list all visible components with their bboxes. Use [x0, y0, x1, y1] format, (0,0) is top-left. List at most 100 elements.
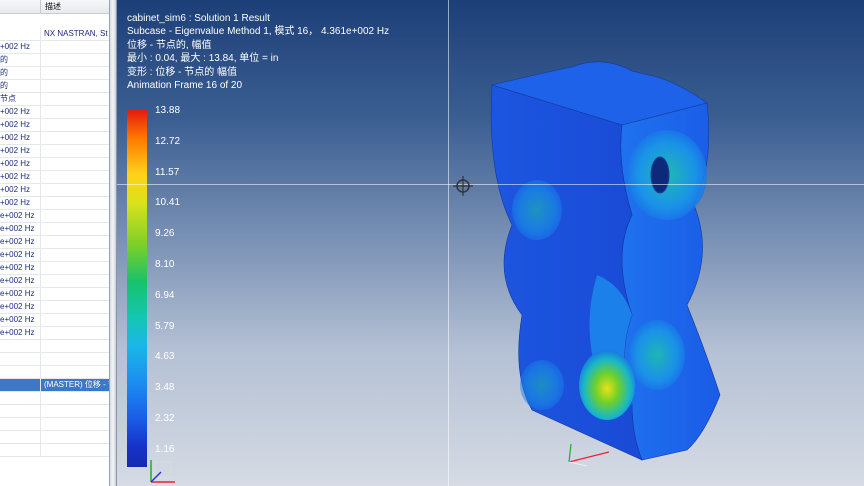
table-row[interactable]: 节点 — [0, 93, 109, 106]
row-name-cell: +002 Hz — [0, 145, 41, 157]
legend-value-label: 3.48 — [155, 382, 175, 394]
row-description-cell — [41, 41, 109, 53]
info-line-result: 位移 - 节点的, 幅值 — [127, 39, 212, 51]
table-row[interactable]: e+002 Hz — [0, 301, 109, 314]
row-description-cell — [41, 158, 109, 170]
row-description-cell — [41, 132, 109, 144]
fe-model-render[interactable] — [482, 55, 722, 475]
row-description-cell — [41, 236, 109, 248]
row-description-cell — [41, 353, 109, 365]
table-row[interactable]: +002 Hz — [0, 132, 109, 145]
navigator-header: 描述 — [0, 0, 109, 14]
navigator-col-name[interactable] — [0, 0, 41, 13]
row-name-cell: +002 Hz — [0, 197, 41, 209]
table-row[interactable] — [0, 431, 109, 444]
table-row[interactable] — [0, 366, 109, 379]
row-description-cell — [41, 405, 109, 417]
table-row[interactable]: e+002 Hz — [0, 236, 109, 249]
table-row[interactable]: e+002 Hz — [0, 314, 109, 327]
table-row[interactable]: +002 Hz — [0, 119, 109, 132]
row-description-cell — [41, 418, 109, 430]
row-name-cell: +002 Hz — [0, 106, 41, 118]
row-description-cell — [41, 210, 109, 222]
info-line-title: cabinet_sim6 : Solution 1 Result — [127, 13, 270, 24]
table-row[interactable] — [0, 392, 109, 405]
table-row[interactable] — [0, 418, 109, 431]
row-name-cell: e+002 Hz — [0, 262, 41, 274]
row-name-cell — [0, 418, 41, 430]
row-description-cell — [41, 80, 109, 92]
legend-value-label: 13.88 — [155, 105, 181, 116]
row-name-cell — [0, 444, 41, 456]
row-description-cell — [41, 171, 109, 183]
row-name-cell: +002 Hz — [0, 119, 41, 131]
table-row[interactable]: 的 — [0, 54, 109, 67]
info-line-subcase: Subcase - Eigenvalue Method 1, 模式 16， 4.… — [127, 26, 390, 38]
row-description-cell — [41, 184, 109, 196]
table-row[interactable]: 的 — [0, 67, 109, 80]
row-description-cell — [41, 93, 109, 105]
view-triad-icon — [568, 443, 610, 467]
table-row[interactable]: +002 Hz — [0, 145, 109, 158]
row-description-cell — [41, 340, 109, 352]
table-row[interactable]: e+002 Hz — [0, 262, 109, 275]
table-row[interactable]: +002 Hz — [0, 41, 109, 54]
row-name-cell — [0, 28, 41, 40]
row-description-cell — [41, 314, 109, 326]
table-row[interactable]: e+002 Hz — [0, 288, 109, 301]
row-name-cell — [0, 431, 41, 443]
row-description-cell — [41, 54, 109, 66]
row-name-cell: e+002 Hz — [0, 301, 41, 313]
row-name-cell — [0, 340, 41, 352]
panel-sash[interactable] — [110, 0, 117, 486]
table-row[interactable]: e+002 Hz — [0, 223, 109, 236]
legend-value-label: 5.79 — [155, 320, 175, 332]
row-description-cell — [41, 327, 109, 339]
table-row[interactable]: 的 — [0, 80, 109, 93]
crosshair-horizontal — [117, 184, 864, 185]
table-row[interactable] — [0, 353, 109, 366]
crosshair-vertical — [448, 0, 449, 486]
row-name-cell: e+002 Hz — [0, 288, 41, 300]
table-row[interactable]: e+002 Hz — [0, 210, 109, 223]
row-description-cell — [41, 223, 109, 235]
table-row[interactable]: e+002 Hz — [0, 327, 109, 340]
legend-value-label: 6.94 — [155, 289, 175, 301]
table-row[interactable]: NX NASTRAN, St — [0, 28, 109, 41]
table-row[interactable] — [0, 340, 109, 353]
row-name-cell: e+002 Hz — [0, 275, 41, 287]
row-name-cell: e+002 Hz — [0, 223, 41, 235]
row-description-cell — [41, 197, 109, 209]
table-row[interactable] — [0, 405, 109, 418]
table-row[interactable]: e+002 Hz — [0, 275, 109, 288]
result-info: cabinet_sim6 : Solution 1 Result Subcase… — [127, 12, 389, 92]
legend-value-label: 4.63 — [155, 351, 175, 363]
row-name-cell: e+002 Hz — [0, 327, 41, 339]
table-row[interactable]: e+002 Hz — [0, 249, 109, 262]
navigator-col-description[interactable]: 描述 — [41, 0, 109, 13]
table-row[interactable] — [0, 444, 109, 457]
row-name-cell: e+002 Hz — [0, 249, 41, 261]
row-name-cell: e+002 Hz — [0, 314, 41, 326]
legend-value-label: 9.26 — [155, 228, 175, 240]
legend-value-label: 2.32 — [155, 413, 175, 424]
info-line-deformation: 变形 : 位移 - 节点的 幅值 — [127, 66, 237, 78]
table-row[interactable]: (MASTER) 位移 - 节 — [0, 379, 109, 392]
wcs-triad-icon — [150, 460, 175, 483]
table-row[interactable]: +002 Hz — [0, 197, 109, 210]
info-line-animation: Animation Frame 16 of 20 — [127, 80, 243, 92]
legend-value-label: 8.10 — [155, 259, 175, 270]
navigator-spacer — [0, 14, 109, 28]
table-row[interactable]: +002 Hz — [0, 106, 109, 119]
table-row[interactable]: +002 Hz — [0, 171, 109, 184]
row-description-cell — [41, 145, 109, 157]
row-description-cell: NX NASTRAN, St — [44, 29, 108, 38]
table-row[interactable]: +002 Hz — [0, 158, 109, 171]
row-description-cell — [41, 249, 109, 261]
row-description-cell — [41, 67, 109, 79]
graphics-viewport[interactable]: cabinet_sim6 : Solution 1 Result Subcase… — [117, 0, 864, 486]
row-name-cell — [0, 353, 41, 365]
table-row[interactable]: +002 Hz — [0, 184, 109, 197]
row-name-cell — [0, 379, 41, 391]
row-name-cell: 的 — [0, 54, 41, 66]
